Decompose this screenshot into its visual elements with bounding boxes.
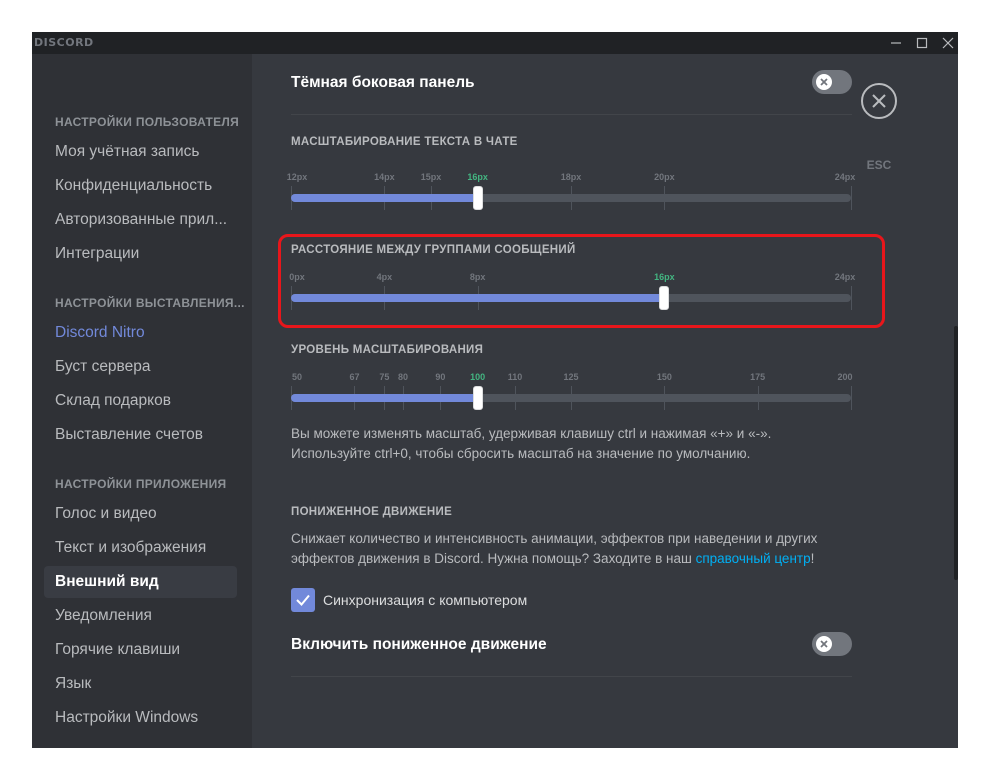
slider-tick	[851, 186, 852, 210]
slider-marker-label: 200	[837, 372, 853, 382]
sidebar-item-text-images[interactable]: Текст и изображения	[44, 532, 237, 564]
reduced-motion-text-end: !	[810, 551, 815, 566]
toggle-off-x-icon	[820, 640, 828, 648]
slider-marker-label: 20px	[654, 172, 675, 182]
slider-marker-label: 15px	[420, 172, 442, 182]
checkmark-icon	[296, 594, 310, 606]
slider-marker-label: 50	[291, 372, 303, 382]
toggle-off-x-icon	[820, 78, 828, 86]
help-center-link[interactable]: справочный центр	[696, 551, 811, 566]
reduced-motion-title: ПОНИЖЕННОЕ ДВИЖЕНИЕ	[291, 506, 453, 518]
slider-thumb[interactable]	[472, 386, 483, 410]
sidebar-header-user-settings: НАСТРОЙКИ ПОЛЬЗОВАТЕЛЯ	[55, 115, 240, 129]
slider-marker-label: 12px	[286, 172, 308, 182]
close-settings-button[interactable]	[861, 83, 897, 119]
slider-marker-label: 90	[435, 372, 446, 382]
dark-sidebar-label: Тёмная боковая панель	[291, 74, 475, 91]
sidebar-header-billing-settings: НАСТРОЙКИ ВЫСТАВЛЕНИЯ...	[55, 296, 245, 310]
close-window-button[interactable]	[934, 32, 958, 54]
sidebar-item-gift-inventory[interactable]: Склад подарков	[44, 385, 237, 417]
text-scale-title: МАСШТАБИРОВАНИЕ ТЕКСТА В ЧАТЕ	[291, 136, 518, 148]
slider-marker-label: 150	[656, 372, 672, 382]
slider-marker-label: 24px	[834, 172, 856, 182]
slider-thumb[interactable]	[472, 186, 483, 210]
discord-window: DISCORD НАСТРОЙКИ ПОЛЬЗОВАТЕЛЯ Моя учётн…	[32, 32, 958, 748]
sidebar-header-app-settings: НАСТРОЙКИ ПРИЛОЖЕНИЯ	[55, 477, 227, 491]
settings-sidebar: НАСТРОЙКИ ПОЛЬЗОВАТЕЛЯ Моя учётная запис…	[32, 54, 252, 748]
slider-marker-label: 110	[507, 372, 523, 382]
appearance-settings-content: Тёмная боковая панель МАСШТАБИРОВАНИЕ ТЕ…	[287, 54, 856, 748]
minimize-icon	[891, 42, 901, 44]
title-bar: DISCORD	[32, 32, 958, 54]
sidebar-item-language[interactable]: Язык	[44, 668, 237, 700]
maximize-icon	[916, 37, 928, 49]
slider-tick	[515, 386, 516, 410]
sidebar-item-authorized-apps[interactable]: Авторизованные прил...	[44, 204, 237, 236]
highlight-box	[278, 234, 885, 328]
divider	[291, 114, 852, 115]
slider-tick	[757, 386, 759, 410]
close-icon	[942, 37, 954, 49]
slider-marker-label: 67	[349, 372, 360, 382]
sync-with-computer-checkbox[interactable]	[291, 588, 315, 612]
maximize-button[interactable]	[908, 32, 936, 54]
slider-marker-label: 100	[470, 372, 486, 382]
sidebar-item-notifications[interactable]: Уведомления	[44, 600, 237, 632]
close-icon	[872, 94, 886, 108]
slider-tick	[571, 386, 572, 410]
app-title: DISCORD	[34, 36, 94, 49]
zoom-level-slider[interactable]: 50 67 75 80 90 100 110 125 150 175 200	[291, 372, 853, 412]
slider-marker-label: 18px	[560, 172, 582, 182]
slider-marker-label: 80	[397, 372, 409, 382]
slider-tick	[571, 186, 572, 210]
sidebar-item-privacy[interactable]: Конфиденциальность	[44, 170, 237, 202]
reduced-motion-toggle-label: Включить пониженное движение	[291, 636, 547, 653]
slider-fill	[291, 194, 478, 202]
reduced-motion-description: Снижает количество и интенсивность анима…	[291, 529, 853, 569]
slider-marker-label: 125	[563, 372, 579, 382]
slider-fill	[291, 394, 478, 402]
text-scale-slider[interactable]: 12px 14px 15px 16px 18px 20px 24px	[287, 172, 856, 212]
zoom-level-description: Вы можете изменять масштаб, удерживая кл…	[291, 426, 772, 461]
minimize-button[interactable]	[882, 32, 910, 54]
sidebar-item-integrations[interactable]: Интеграции	[44, 238, 237, 270]
sidebar-item-discord-nitro[interactable]: Discord Nitro	[44, 317, 237, 349]
slider-marker-label: 14px	[374, 172, 395, 182]
reduced-motion-toggle[interactable]	[812, 632, 852, 656]
scrollbar[interactable]	[954, 326, 958, 580]
sidebar-item-windows-settings[interactable]: Настройки Windows	[44, 702, 237, 734]
slider-marker-label: 16px	[467, 172, 488, 182]
sidebar-item-appearance[interactable]: Внешний вид	[44, 566, 237, 598]
sync-with-computer-label: Синхронизация с компьютером	[323, 592, 528, 608]
slider-tick	[851, 386, 852, 410]
slider-marker-label: 175	[750, 372, 766, 382]
divider	[291, 676, 852, 677]
slider-tick	[664, 186, 666, 210]
zoom-level-title: УРОВЕНЬ МАСШТАБИРОВАНИЯ	[291, 344, 484, 356]
sidebar-item-billing[interactable]: Выставление счетов	[44, 419, 237, 451]
dark-sidebar-toggle[interactable]	[812, 70, 852, 94]
sidebar-item-keybinds[interactable]: Горячие клавиши	[44, 634, 237, 666]
esc-label: ESC	[866, 158, 892, 172]
sidebar-item-voice-video[interactable]: Голос и видео	[44, 498, 237, 530]
slider-tick	[664, 386, 666, 410]
slider-marker-label: 75	[379, 372, 390, 382]
sidebar-item-server-boost[interactable]: Буст сервера	[44, 351, 237, 383]
sidebar-item-my-account[interactable]: Моя учётная запись	[44, 136, 237, 168]
